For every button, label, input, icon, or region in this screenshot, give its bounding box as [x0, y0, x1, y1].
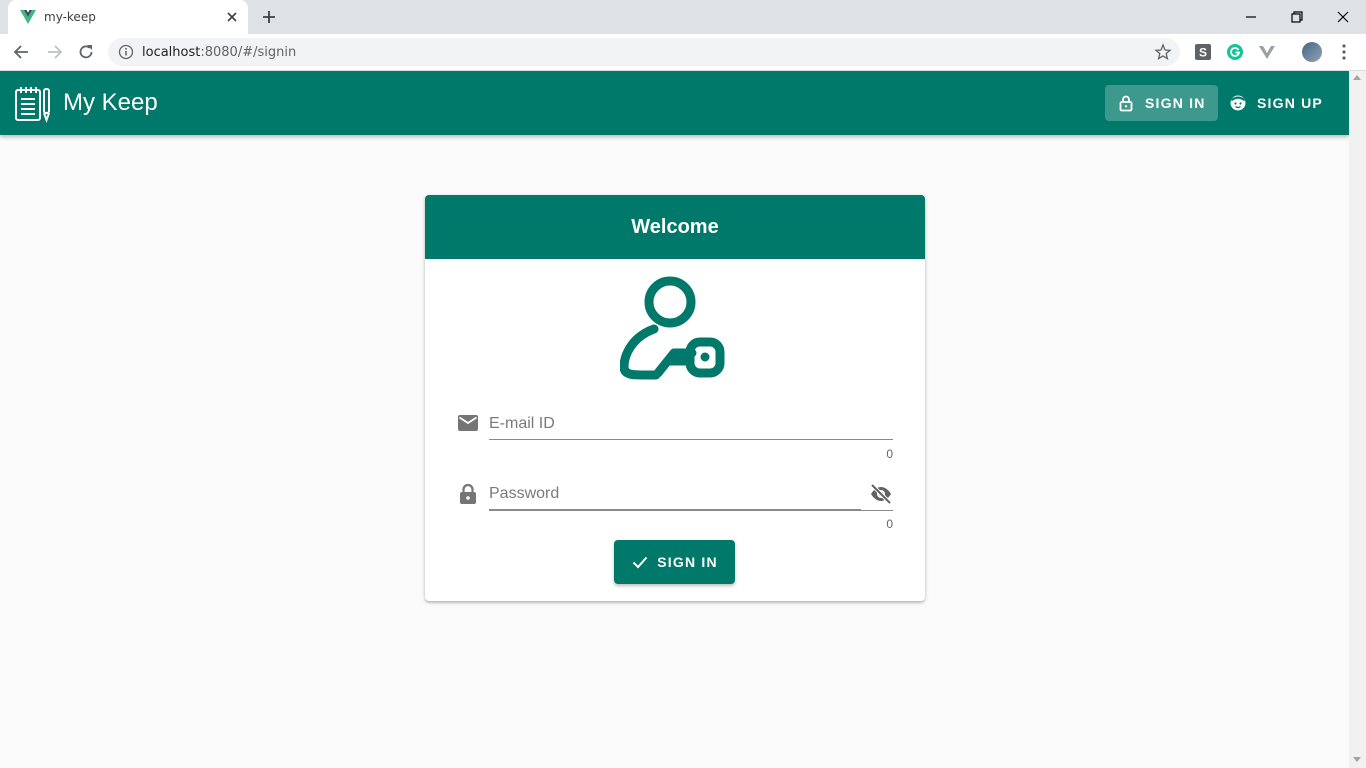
browser-menu-icon[interactable]: [1336, 42, 1352, 62]
page-viewport: My Keep SIGN IN SIGN UP Welcome E-mail I…: [0, 71, 1349, 768]
extension-s-icon[interactable]: S: [1194, 43, 1212, 61]
grammarly-icon[interactable]: [1226, 43, 1244, 61]
scroll-down-arrow-icon[interactable]: [1353, 757, 1361, 762]
email-char-counter: 0: [886, 447, 893, 461]
new-tab-icon[interactable]: [260, 8, 278, 26]
sign-in-submit-label: SIGN IN: [657, 554, 718, 570]
lock-icon: [460, 483, 476, 504]
nav-sign-in-button[interactable]: SIGN IN: [1105, 85, 1218, 121]
nav-sign-in-label: SIGN IN: [1145, 95, 1206, 111]
back-arrow-icon[interactable]: [12, 42, 32, 62]
signin-card: Welcome 0: [425, 195, 925, 601]
password-input[interactable]: [489, 478, 861, 510]
url-text[interactable]: localhost:8080/#/signin: [142, 45, 296, 60]
nav-sign-up-label: SIGN UP: [1257, 95, 1323, 111]
email-icon: [458, 415, 478, 431]
app-bar: My Keep SIGN IN SIGN UP: [0, 71, 1349, 135]
close-window-icon[interactable]: [1332, 6, 1354, 28]
forward-arrow-icon[interactable]: [44, 42, 64, 62]
url-path: :8080/#/signin: [200, 45, 297, 60]
user-key-icon: [620, 276, 725, 380]
reload-icon[interactable]: [76, 42, 96, 62]
password-char-counter: 0: [886, 517, 893, 531]
svg-text:S: S: [1199, 46, 1207, 60]
scroll-up-arrow-icon[interactable]: [1353, 75, 1361, 80]
password-underline: [489, 510, 893, 511]
nav-sign-up-button[interactable]: SIGN UP: [1217, 85, 1335, 121]
visibility-off-icon[interactable]: [869, 482, 893, 506]
face-icon: [1230, 95, 1246, 111]
page-scrollbar[interactable]: [1349, 71, 1366, 768]
browser-toolbar: localhost:8080/#/signin S: [0, 34, 1366, 71]
profile-avatar[interactable]: [1302, 42, 1322, 62]
lock-outline-icon: [1119, 95, 1133, 112]
address-bar[interactable]: localhost:8080/#/signin: [108, 38, 1180, 66]
url-host: localhost: [142, 45, 201, 60]
app-title: My Keep: [63, 89, 158, 116]
minimize-icon[interactable]: [1240, 6, 1262, 28]
vue-logo-icon: [20, 10, 36, 24]
vue-devtools-icon[interactable]: [1258, 43, 1276, 61]
bookmark-star-icon[interactable]: [1154, 43, 1172, 61]
card-title: Welcome: [425, 195, 925, 259]
browser-tab[interactable]: my-keep: [8, 0, 248, 34]
restore-icon[interactable]: [1286, 6, 1308, 28]
check-icon: [633, 556, 648, 569]
sign-in-submit-button[interactable]: SIGN IN: [614, 540, 735, 584]
email-input[interactable]: [489, 408, 893, 440]
close-tab-icon[interactable]: [224, 9, 240, 25]
tab-title: my-keep: [44, 10, 96, 24]
browser-tabstrip: my-keep: [0, 0, 1366, 34]
info-icon[interactable]: [118, 44, 134, 60]
notepad-logo-icon: [15, 87, 50, 123]
